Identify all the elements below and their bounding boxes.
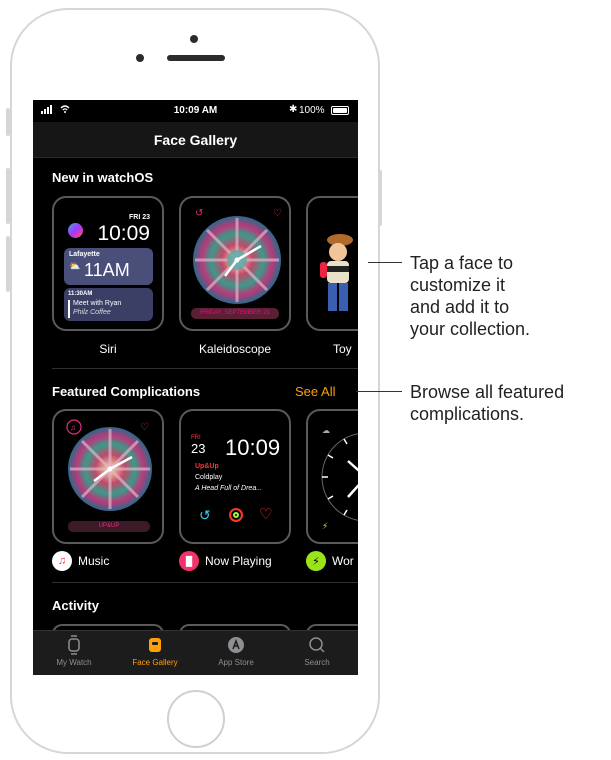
- np-date: 23: [191, 441, 206, 456]
- app-label-now-playing: Now Playing: [205, 554, 272, 568]
- callout-tap: Tap a face to customize it and add it to…: [410, 252, 530, 340]
- heart-icon: ♡: [259, 506, 273, 523]
- section-title-activity: Activity: [52, 598, 99, 613]
- np-album: A Head Full of Drea...: [195, 485, 263, 492]
- tab-bar: My Watch Face Gallery App Store Search: [33, 630, 358, 675]
- section-divider: [52, 582, 358, 583]
- complication-card-workout[interactable]: ☁ ⚡: [306, 409, 358, 544]
- siri-date: FRI 23: [128, 214, 150, 221]
- workout-app-icon: ⚡: [306, 551, 326, 571]
- weather-location: Lafayette: [69, 251, 100, 258]
- watch-icon: [68, 635, 80, 655]
- callout-tap-line: and add it to: [410, 297, 510, 317]
- proximity-sensor: [136, 54, 144, 62]
- weather-tile: Lafayette ⛅ 11AM: [64, 248, 153, 285]
- event-place: Philz Coffee: [73, 309, 111, 316]
- siri-orb-icon: [68, 223, 83, 238]
- face-card-toy[interactable]: [306, 196, 358, 331]
- status-bar: 10:09 AM ✱ 100%: [33, 100, 358, 122]
- siri-time: 10:09: [97, 222, 150, 245]
- tab-label: Search: [304, 658, 330, 667]
- callout-tap-line: Tap a face to: [410, 253, 514, 273]
- app-label-workout: Wor: [332, 554, 354, 568]
- event-time: 11:30AM: [68, 291, 93, 297]
- event-title: Meet with Ryan: [73, 300, 122, 307]
- tab-my-watch[interactable]: My Watch: [34, 635, 114, 667]
- callout-browse-line: Browse all featured: [410, 382, 565, 402]
- phone-screen: 10:09 AM ✱ 100% Face Gallery New in watc…: [33, 100, 358, 675]
- music-bar: UP&UP: [68, 521, 150, 532]
- tab-search[interactable]: Search: [277, 635, 357, 667]
- earpiece-speaker: [167, 55, 225, 61]
- bluetooth-icon: ✱: [289, 104, 298, 115]
- face-label-kaleidoscope: Kaleidoscope: [198, 342, 272, 356]
- app-store-icon: [228, 637, 244, 653]
- battery-icon: [331, 106, 349, 115]
- activity-complication-icon: ↺: [195, 208, 203, 219]
- callout-tap-line: your collection.: [410, 319, 531, 339]
- mute-switch: [6, 108, 10, 136]
- see-all-link[interactable]: See All: [295, 384, 335, 399]
- tab-label: My Watch: [56, 658, 92, 667]
- toy-character-image: [320, 234, 353, 311]
- complication-card-now-playing[interactable]: FRI 23 10:09 Up&Up Coldplay A Head Full …: [179, 409, 291, 544]
- front-camera: [190, 35, 198, 43]
- date-complication: FRIDAY, SEPTEMBER 23: [191, 308, 279, 319]
- calendar-tile: 11:30AM Meet with Ryan Philz Coffee: [64, 288, 153, 321]
- partly-cloudy-icon: ⛅: [69, 261, 81, 271]
- tab-face-gallery[interactable]: Face Gallery: [115, 635, 195, 667]
- svg-text:♫: ♫: [70, 423, 76, 432]
- app-row-music[interactable]: ♫ Music: [52, 551, 109, 571]
- np-artist: Coldplay: [195, 474, 223, 481]
- activity-rings-icon: [229, 508, 243, 522]
- np-song: Up&Up: [195, 463, 219, 470]
- heart-complication-icon: ♡: [140, 422, 149, 433]
- callout-tap-line: customize it: [410, 275, 506, 295]
- callout-line-browse: [356, 391, 402, 392]
- page-title: Face Gallery: [153, 132, 238, 148]
- callout-browse-line: complications.: [410, 404, 525, 424]
- app-label-music: Music: [78, 554, 110, 568]
- app-row-workout[interactable]: ⚡ Wor: [306, 551, 354, 571]
- home-button[interactable]: [167, 690, 225, 748]
- event-bar: [68, 300, 70, 318]
- section-title-featured: Featured Complications: [52, 384, 201, 399]
- heart-complication-icon: ♡: [273, 208, 282, 219]
- app-row-now-playing[interactable]: ▐▌ Now Playing: [179, 551, 272, 571]
- weather-time: 11AM: [84, 260, 130, 280]
- callout-browse: Browse all featured complications.: [410, 381, 564, 425]
- section-divider: [52, 368, 358, 369]
- face-card-kaleidoscope[interactable]: ↺ ♡ FRIDAY, SEPTEMBER 23: [179, 196, 291, 331]
- workout-icon: ↺: [199, 507, 211, 523]
- now-playing-app-icon: ▐▌: [179, 551, 199, 571]
- tab-label: App Store: [218, 658, 254, 667]
- workout-watch-face: ☁ ⚡: [321, 426, 358, 531]
- complication-card-music[interactable]: ♫ ♡ UP&UP: [52, 409, 164, 544]
- power-button: [378, 170, 382, 226]
- face-label-siri: Siri: [99, 342, 117, 356]
- nav-bar: Face Gallery: [33, 122, 358, 158]
- volume-up-button: [6, 168, 10, 224]
- search-icon: [309, 637, 325, 653]
- music-app-icon: ♫: [52, 551, 72, 571]
- volume-down-button: [6, 236, 10, 292]
- face-label-toy: Toy: [333, 342, 352, 356]
- tab-app-store[interactable]: App Store: [196, 635, 276, 667]
- battery-percent: 100%: [299, 105, 325, 116]
- np-time: 10:09: [225, 435, 281, 460]
- runner-icon: ⚡: [322, 521, 328, 531]
- callout-line-tap: [368, 262, 402, 263]
- weather-icon: ☁: [322, 426, 330, 435]
- tab-label: Face Gallery: [132, 658, 178, 667]
- face-card-siri[interactable]: FRI 23 10:09 Lafayette ⛅ 11AM 11:30AM Me…: [52, 196, 164, 331]
- face-gallery-icon: [149, 638, 161, 652]
- section-title-new: New in watchOS: [52, 170, 154, 185]
